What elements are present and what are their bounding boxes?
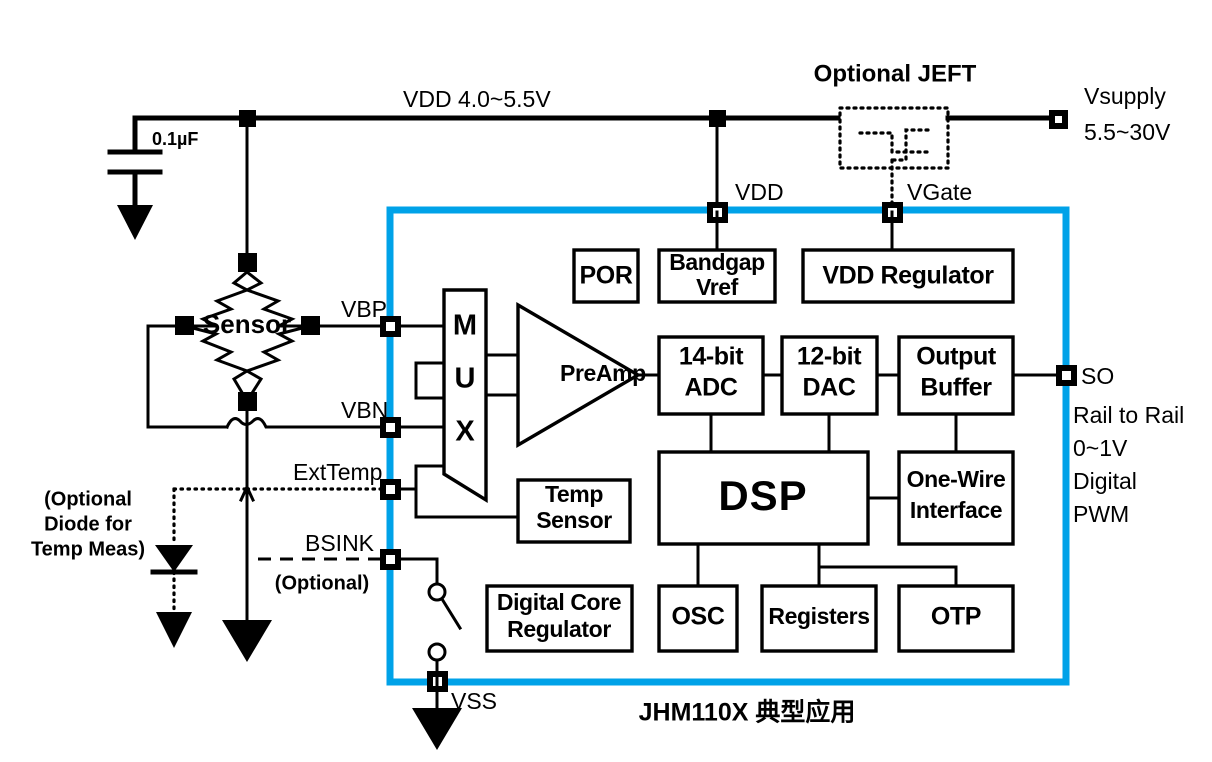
outbuf-label-line2: Buffer [920,374,992,402]
vdd-pin-label: VDD [735,179,784,205]
cap-value-label: 0.1µF [152,129,198,149]
vbn-label: VBN [341,397,388,423]
dsp-bus-to-otp-wire [817,565,958,588]
registers-label: Registers [768,603,869,629]
pad-vsupply-center [1055,116,1062,123]
outbuf-label-line1: Output [916,343,997,371]
osc-label: OSC [672,603,725,631]
otp-label: OTP [931,603,981,631]
sensor-node-top [238,253,257,272]
tempsensor-label-line1: Temp [545,481,603,507]
vsupply-label-line2: 5.5~30V [1084,119,1171,145]
sensor-ground-symbol [222,620,272,662]
digcorereg-label-line1: Digital Core [497,589,621,615]
diode-note-line1: (Optional [44,488,132,510]
vbp-label: VBP [341,296,387,322]
vsupply-label-line1: Vsupply [1084,83,1166,109]
onewire-label-line2: Interface [910,497,1002,523]
bsink-switch-top-lead [399,557,439,586]
pad-vbp-center [386,322,395,331]
jfet-symbol-path1 [858,131,930,154]
vdd-regulator-label: VDD Regulator [822,262,994,290]
mux-letter-u: U [455,363,476,395]
bandgap-label-line1: Bandgap [669,249,765,275]
optional-jfet-title: Optional JEFT [814,60,977,87]
por-label: POR [580,262,633,290]
diode-triangle [155,545,193,572]
preamp-label: PreAmp [560,360,646,386]
so-line4: Digital [1073,468,1137,494]
pad-bsink-center [386,555,395,564]
diagram-title: JHM110X 典型应用 [639,698,856,727]
mux-letter-x: X [455,416,475,448]
so-line3: 0~1V [1073,435,1128,461]
vgate-label: VGate [907,179,972,205]
bsink-optional-note: (Optional) [275,572,369,594]
sensor-left-to-vbn-wire [146,324,229,429]
sensor-label: Sensor [203,309,291,339]
jfet-symbol-path2 [890,128,930,162]
pad-exttemp-center [386,485,395,494]
pad-vbn-center [386,423,395,432]
adc-label-line1: 14-bit [679,343,744,371]
dac-label-line1: 12-bit [797,343,862,371]
switch-blade [439,596,463,631]
tempsensor-label-line2: Sensor [536,507,612,533]
diode-note-line2: Diode for [44,513,132,535]
block-diagram-canvas: Sensor M U X PreAmp POR Bandgap Vref VDD… [0,0,1212,762]
diode-note-line3: Temp Meas) [31,538,145,560]
diode-ground-symbol [156,612,192,648]
mux-internal-loop [414,361,446,400]
vss-ground-symbol [412,708,462,750]
adc-label-line2: ADC [685,374,738,402]
switch-terminal-lower[interactable] [427,642,447,662]
so-line5: PWM [1073,501,1129,527]
pad-so-center [1062,371,1071,380]
dac-label-line2: DAC [803,374,856,402]
onewire-label-line1: One-Wire [907,466,1006,492]
so-line2: Rail to Rail [1073,402,1184,428]
digcorereg-label-line2: Regulator [507,616,611,642]
so-label: SO [1081,363,1114,389]
vss-label: VSS [451,688,497,714]
bsink-label: BSINK [305,530,375,556]
cap-ground-symbol [117,205,153,240]
dsp-label: DSP [718,472,807,519]
vdd-rail-label: VDD 4.0~5.5V [403,86,551,112]
mux-letter-m: M [453,310,477,342]
exttemp-label: ExtTemp [293,459,382,485]
bandgap-label-line2: Vref [696,274,739,300]
jhm110x-schematic: Sensor M U X PreAmp POR Bandgap Vref VDD… [31,60,1184,750]
